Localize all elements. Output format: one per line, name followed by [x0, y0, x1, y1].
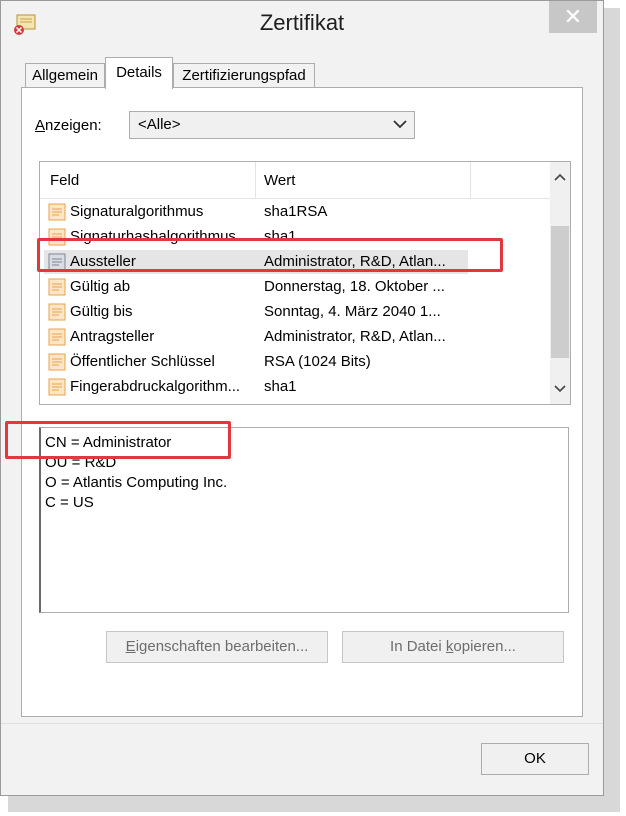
certificate-field-icon [48, 303, 66, 321]
field-list[interactable]: Feld Wert Signaturalgorithmus sha1RSA Sign… [39, 161, 571, 405]
highlight-aussteller [37, 238, 503, 272]
tab-details-label: Details [116, 64, 162, 81]
tab-allgemein[interactable]: Allgemein [25, 63, 105, 87]
field-value: Donnerstag, 18. Oktober ... [264, 278, 445, 295]
field-name: Antragsteller [70, 328, 155, 345]
chevron-down-icon[interactable] [550, 378, 570, 400]
edit-properties-button[interactable]: Eigenschaften bearbeiten... [106, 631, 328, 663]
tab-allgemein-label: Allgemein [32, 67, 98, 84]
footer-divider [1, 723, 603, 724]
field-name: Fingerabdruckalgorithm... [70, 378, 241, 395]
tab-zertifizierungspfad[interactable]: Zertifizierungspfad [173, 63, 315, 87]
field-name: Gültig bis [70, 303, 133, 320]
certificate-field-icon [48, 328, 66, 346]
list-header: Feld Wert [40, 162, 550, 199]
detail-line: O = Atlantis Computing Inc. [45, 474, 228, 491]
chevron-down-icon [393, 120, 407, 129]
field-value: RSA (1024 Bits) [264, 353, 371, 370]
chevron-up-icon[interactable] [550, 166, 570, 188]
column-wert[interactable]: Wert [264, 172, 295, 189]
copy-to-file-button[interactable]: In Datei kopieren... [342, 631, 564, 663]
field-value: sha1RSA [264, 203, 328, 220]
list-item[interactable]: Antragsteller Administrator, R&D, Atlan..… [40, 325, 550, 349]
field-value: sha1 [264, 378, 297, 395]
certificate-field-icon [48, 278, 66, 296]
certificate-field-icon [48, 378, 66, 396]
close-button[interactable]: ✕ [549, 1, 597, 33]
scroll-thumb[interactable] [551, 226, 569, 358]
ok-button[interactable]: OK [481, 743, 589, 775]
list-item[interactable]: Fingerabdruckalgorithm... sha1 [40, 375, 550, 399]
show-label: Anzeigen: [35, 117, 102, 134]
show-dropdown-value: <Alle> [138, 116, 181, 133]
show-dropdown[interactable]: <Alle> [129, 111, 415, 139]
field-value: Administrator, R&D, Atlan... [264, 328, 446, 345]
field-name: Signaturalgorithmus [70, 203, 204, 220]
close-icon: ✕ [563, 4, 583, 29]
field-name: Öffentlicher Schlüssel [70, 353, 215, 370]
list-scrollbar[interactable] [550, 162, 570, 404]
highlight-cn [5, 421, 231, 459]
certificate-dialog: Zertifikat ✕ Allgemein Details Zertifizi… [0, 0, 604, 796]
list-item[interactable]: Signaturalgorithmus sha1RSA [40, 200, 550, 224]
tab-zertifizierungspfad-label: Zertifizierungspfad [182, 67, 306, 84]
detail-line: C = US [45, 494, 94, 511]
column-feld[interactable]: Feld [50, 172, 79, 189]
tab-details[interactable]: Details [105, 57, 173, 89]
field-name: Gültig ab [70, 278, 131, 295]
certificate-field-icon [48, 203, 66, 221]
list-item[interactable]: Öffentlicher Schlüssel RSA (1024 Bits) [40, 350, 550, 374]
list-item[interactable]: Gültig ab Donnerstag, 18. Oktober ... [40, 275, 550, 299]
field-value: Sonntag, 4. März 2040 1... [264, 303, 441, 320]
list-item[interactable]: Gültig bis Sonntag, 4. März 2040 1... [40, 300, 550, 324]
certificate-field-icon [48, 353, 66, 371]
window-title: Zertifikat [259, 10, 345, 35]
title-bar[interactable]: Zertifikat ✕ [1, 1, 603, 49]
